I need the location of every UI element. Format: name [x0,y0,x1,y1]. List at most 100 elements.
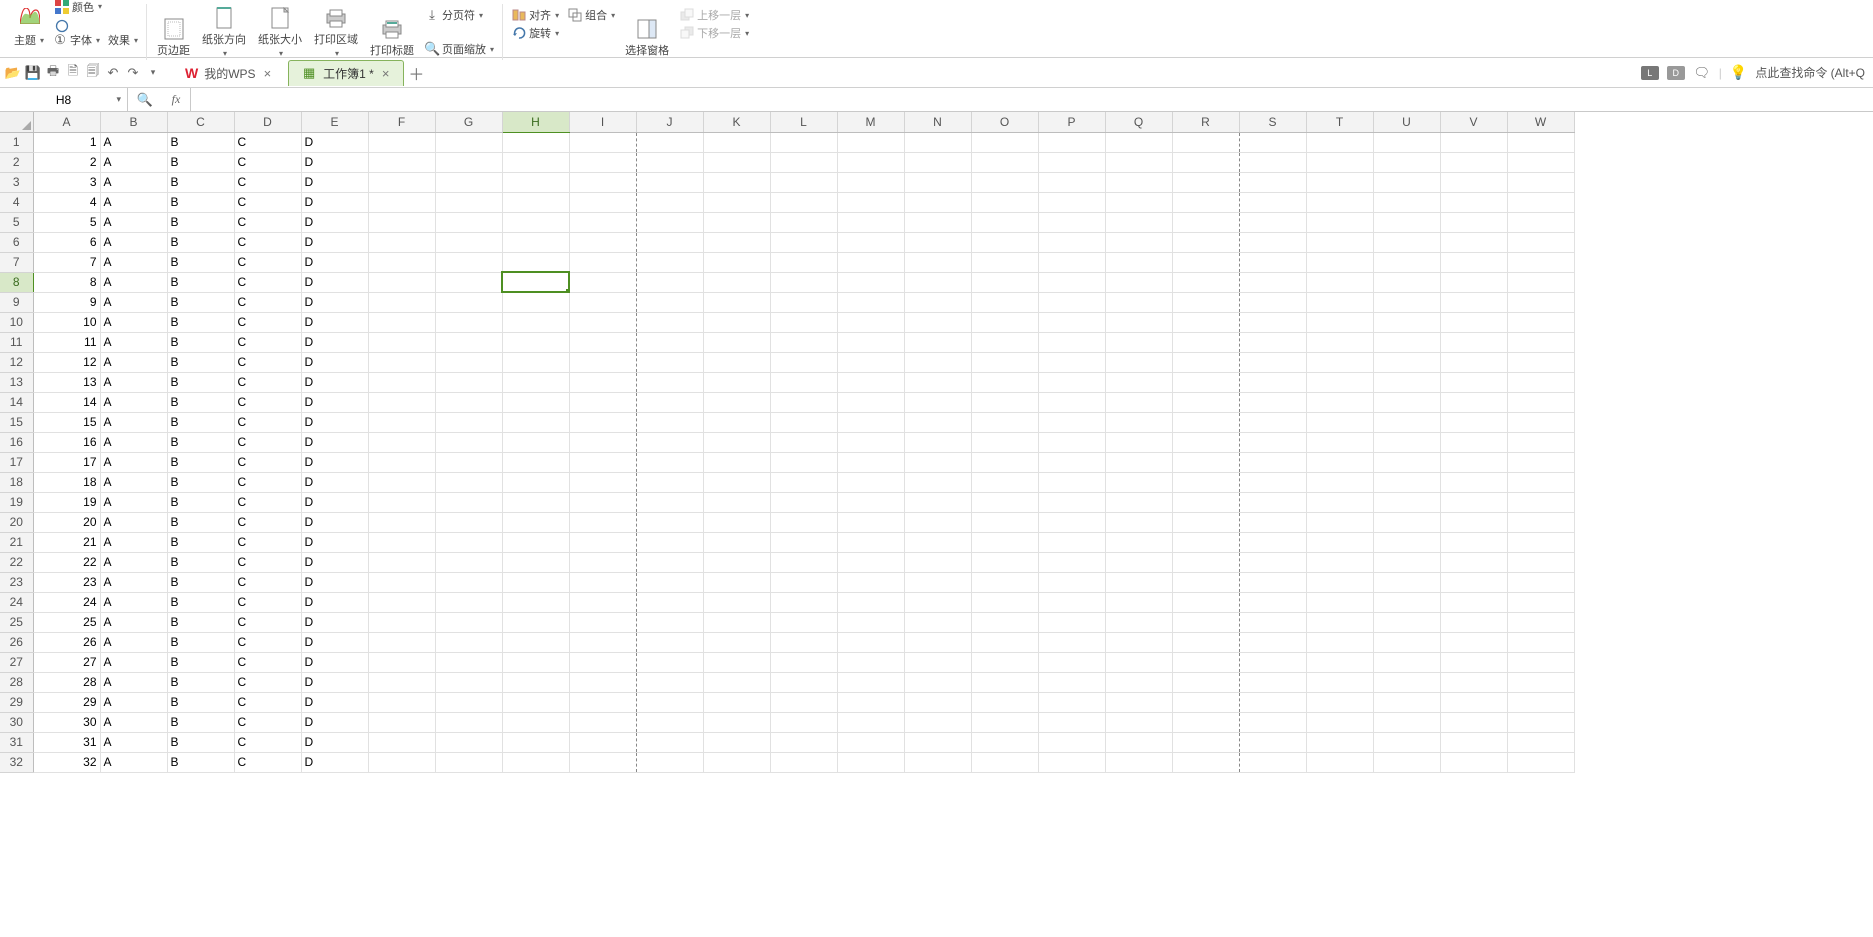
cell-B24[interactable]: A [100,592,167,612]
cell-U21[interactable] [1373,532,1440,552]
cell-W24[interactable] [1507,592,1574,612]
cell-C15[interactable]: B [167,412,234,432]
cell-D16[interactable]: C [234,432,301,452]
cell-D28[interactable]: C [234,672,301,692]
page-zoom-button[interactable]: 🔍页面缩放 [422,40,496,58]
cell-V29[interactable] [1440,692,1507,712]
cell-S23[interactable] [1239,572,1306,592]
cell-T32[interactable] [1306,752,1373,772]
cell-K1[interactable] [703,132,770,152]
cell-A27[interactable]: 27 [33,652,100,672]
cell-T28[interactable] [1306,672,1373,692]
cell-P9[interactable] [1038,292,1105,312]
cell-W1[interactable] [1507,132,1574,152]
cell-C16[interactable]: B [167,432,234,452]
cell-T20[interactable] [1306,512,1373,532]
cell-J3[interactable] [636,172,703,192]
cell-S27[interactable] [1239,652,1306,672]
cell-H26[interactable] [502,632,569,652]
cell-S9[interactable] [1239,292,1306,312]
cell-L21[interactable] [770,532,837,552]
cell-I9[interactable] [569,292,636,312]
row-header-12[interactable]: 12 [0,352,33,372]
cell-N26[interactable] [904,632,971,652]
cell-A22[interactable]: 22 [33,552,100,572]
cell-U5[interactable] [1373,212,1440,232]
cell-D17[interactable]: C [234,452,301,472]
cell-B12[interactable]: A [100,352,167,372]
cell-N24[interactable] [904,592,971,612]
cell-N21[interactable] [904,532,971,552]
cell-R15[interactable] [1172,412,1239,432]
cell-P19[interactable] [1038,492,1105,512]
cell-B15[interactable]: A [100,412,167,432]
cell-O12[interactable] [971,352,1038,372]
cell-T2[interactable] [1306,152,1373,172]
cell-W12[interactable] [1507,352,1574,372]
cell-U31[interactable] [1373,732,1440,752]
cell-C23[interactable]: B [167,572,234,592]
cell-H10[interactable] [502,312,569,332]
cell-S1[interactable] [1239,132,1306,152]
cell-C7[interactable]: B [167,252,234,272]
cell-D8[interactable]: C [234,272,301,292]
cell-L28[interactable] [770,672,837,692]
cell-O3[interactable] [971,172,1038,192]
cell-T29[interactable] [1306,692,1373,712]
cell-J18[interactable] [636,472,703,492]
cell-B32[interactable]: A [100,752,167,772]
cell-G13[interactable] [435,372,502,392]
cell-G18[interactable] [435,472,502,492]
cell-Q29[interactable] [1105,692,1172,712]
cell-W9[interactable] [1507,292,1574,312]
cell-U12[interactable] [1373,352,1440,372]
cell-I3[interactable] [569,172,636,192]
cell-T21[interactable] [1306,532,1373,552]
col-header-L[interactable]: L [770,112,837,132]
cell-G15[interactable] [435,412,502,432]
cell-B17[interactable]: A [100,452,167,472]
cell-M2[interactable] [837,152,904,172]
cell-L11[interactable] [770,332,837,352]
cell-E6[interactable]: D [301,232,368,252]
cell-I7[interactable] [569,252,636,272]
cell-C6[interactable]: B [167,232,234,252]
cell-S29[interactable] [1239,692,1306,712]
cell-A20[interactable]: 20 [33,512,100,532]
cell-C3[interactable]: B [167,172,234,192]
font-dropdown[interactable]: ①字体 [50,31,102,49]
cell-J23[interactable] [636,572,703,592]
cell-K24[interactable] [703,592,770,612]
cell-M30[interactable] [837,712,904,732]
cell-R30[interactable] [1172,712,1239,732]
cell-A30[interactable]: 30 [33,712,100,732]
cell-N10[interactable] [904,312,971,332]
row-header-7[interactable]: 7 [0,252,33,272]
cell-M16[interactable] [837,432,904,452]
cell-L16[interactable] [770,432,837,452]
cell-F32[interactable] [368,752,435,772]
row-header-31[interactable]: 31 [0,732,33,752]
cell-U25[interactable] [1373,612,1440,632]
cell-B6[interactable]: A [100,232,167,252]
cell-B14[interactable]: A [100,392,167,412]
cell-D32[interactable]: C [234,752,301,772]
cell-V9[interactable] [1440,292,1507,312]
cell-E28[interactable]: D [301,672,368,692]
cell-H19[interactable] [502,492,569,512]
cell-U23[interactable] [1373,572,1440,592]
col-header-E[interactable]: E [301,112,368,132]
cell-V32[interactable] [1440,752,1507,772]
fx-label[interactable]: fx [162,92,190,107]
cell-V31[interactable] [1440,732,1507,752]
row-header-15[interactable]: 15 [0,412,33,432]
cell-W21[interactable] [1507,532,1574,552]
cell-R26[interactable] [1172,632,1239,652]
row-header-21[interactable]: 21 [0,532,33,552]
cell-A11[interactable]: 11 [33,332,100,352]
cell-D15[interactable]: C [234,412,301,432]
cell-R10[interactable] [1172,312,1239,332]
cell-H18[interactable] [502,472,569,492]
cell-W19[interactable] [1507,492,1574,512]
cell-M22[interactable] [837,552,904,572]
